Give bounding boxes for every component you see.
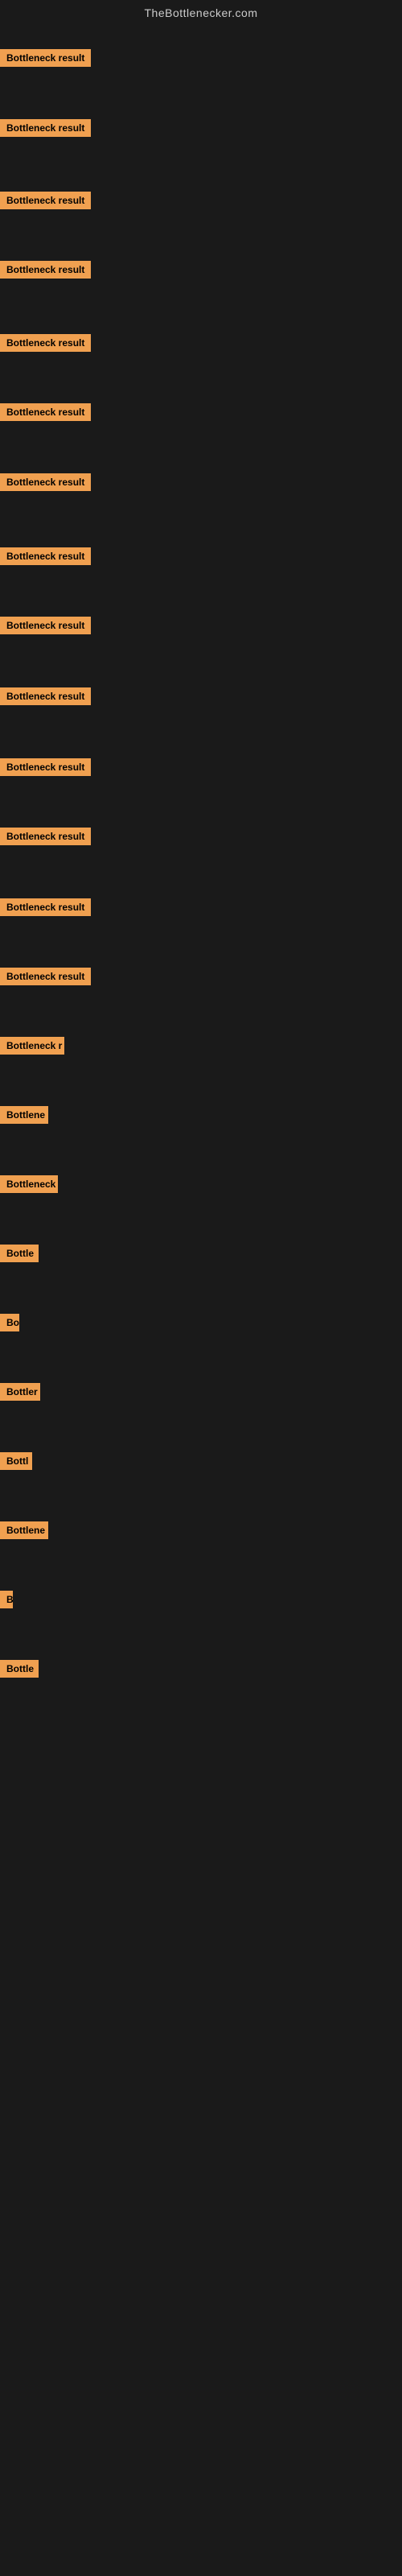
bottleneck-result-badge[interactable]: Bottler bbox=[0, 1383, 40, 1401]
bottleneck-result-badge[interactable]: Bottleneck result bbox=[0, 192, 91, 209]
bottleneck-result-badge[interactable]: Bottlene bbox=[0, 1521, 48, 1539]
bottleneck-result-badge[interactable]: Bottleneck result bbox=[0, 968, 91, 985]
bottleneck-result-badge[interactable]: Bottle bbox=[0, 1245, 39, 1262]
bottleneck-result-badge[interactable]: Bottl bbox=[0, 1452, 32, 1470]
site-title: TheBottlenecker.com bbox=[0, 0, 402, 26]
bottleneck-result-badge[interactable]: Bottleneck result bbox=[0, 119, 91, 137]
bottleneck-result-badge[interactable]: Bottleneck result bbox=[0, 898, 91, 916]
bottleneck-result-badge[interactable]: Bottleneck result bbox=[0, 49, 91, 67]
bottleneck-result-badge[interactable]: Bottleneck bbox=[0, 1175, 58, 1193]
bottleneck-result-badge[interactable]: Bottleneck result bbox=[0, 334, 91, 352]
bottleneck-result-badge[interactable]: Bottlene bbox=[0, 1106, 48, 1124]
bottleneck-result-badge[interactable]: Bottleneck result bbox=[0, 828, 91, 845]
bottleneck-result-badge[interactable]: B bbox=[0, 1591, 13, 1608]
bottleneck-result-badge[interactable]: Bottleneck result bbox=[0, 547, 91, 565]
bottleneck-result-badge[interactable]: Bottleneck result bbox=[0, 617, 91, 634]
bottleneck-result-badge[interactable]: Bottleneck result bbox=[0, 261, 91, 279]
bottleneck-result-badge[interactable]: Bo bbox=[0, 1314, 19, 1331]
bottleneck-result-badge[interactable]: Bottleneck result bbox=[0, 758, 91, 776]
bottleneck-result-badge[interactable]: Bottle bbox=[0, 1660, 39, 1678]
bottleneck-result-badge[interactable]: Bottleneck r bbox=[0, 1037, 64, 1055]
bottleneck-result-badge[interactable]: Bottleneck result bbox=[0, 473, 91, 491]
bottleneck-result-badge[interactable]: Bottleneck result bbox=[0, 403, 91, 421]
bottleneck-result-badge[interactable]: Bottleneck result bbox=[0, 687, 91, 705]
